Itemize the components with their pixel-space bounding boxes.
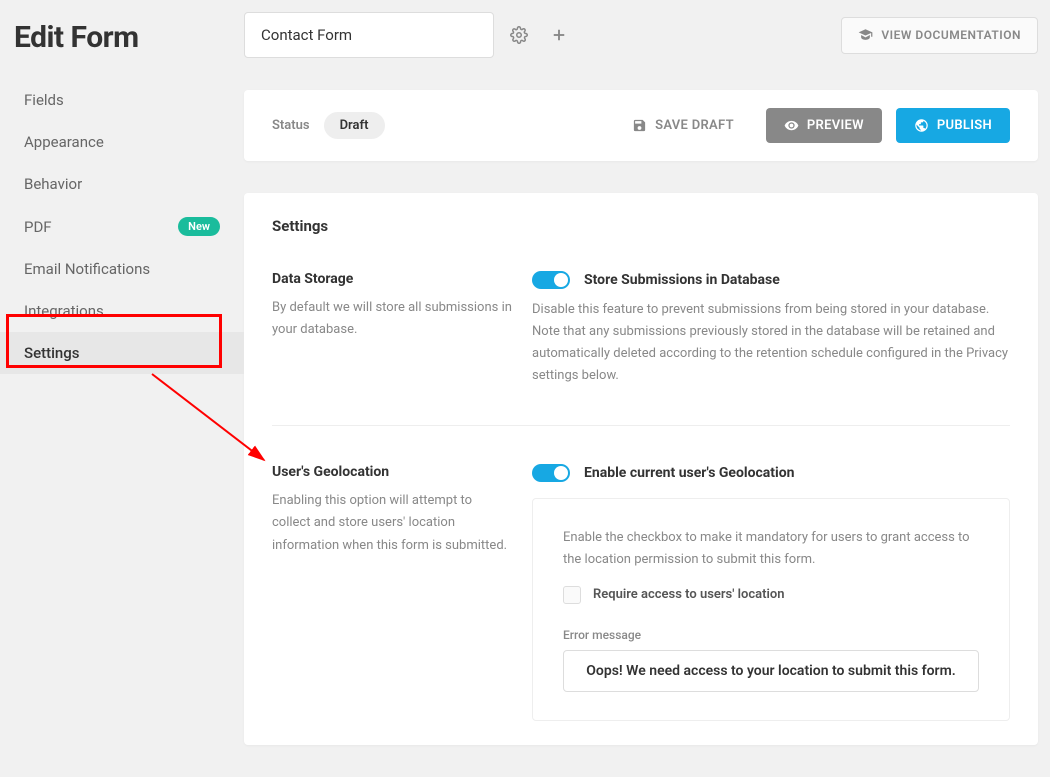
form-name-input[interactable]: [244, 12, 494, 58]
checkbox-label: Require access to users' location: [593, 587, 784, 602]
setting-name: User's Geolocation: [272, 464, 512, 480]
setting-description: By default we will store all submissions…: [272, 297, 512, 341]
toggle-row: Store Submissions in Database: [532, 271, 1010, 289]
sidebar-item-pdf[interactable]: PDF New: [0, 205, 244, 248]
sidebar-item-appearance[interactable]: Appearance: [0, 121, 244, 163]
eye-icon: [784, 118, 799, 133]
sidebar-item-behavior[interactable]: Behavior: [0, 163, 244, 205]
sidebar: Edit Form Fields Appearance Behavior PDF…: [0, 0, 244, 777]
store-submissions-toggle[interactable]: [532, 271, 570, 289]
save-icon: [632, 118, 647, 133]
setting-control-block: Enable current user's Geolocation Enable…: [532, 464, 1010, 720]
nav-list: Fields Appearance Behavior PDF New Email…: [0, 79, 244, 374]
new-badge: New: [178, 217, 220, 236]
checkbox-row: Require access to users' location: [563, 586, 979, 604]
require-location-checkbox[interactable]: [563, 586, 581, 604]
sidebar-item-label: PDF: [24, 218, 52, 236]
sidebar-item-fields[interactable]: Fields: [0, 79, 244, 121]
button-label: PREVIEW: [807, 118, 864, 133]
settings-title: Settings: [272, 217, 1010, 235]
sidebar-item-integrations[interactable]: Integrations: [0, 290, 244, 332]
plus-icon: [550, 26, 568, 44]
setting-description: Enabling this option will attempt to col…: [272, 490, 512, 556]
topbar: VIEW DOCUMENTATION: [244, 12, 1038, 58]
setting-row-data-storage: Data Storage By default we will store al…: [272, 271, 1010, 426]
geolocation-sub-panel: Enable the checkbox to make it mandatory…: [532, 498, 1010, 720]
error-message-field-label: Error message: [563, 628, 979, 642]
sidebar-item-label: Fields: [24, 91, 64, 109]
main-content: VIEW DOCUMENTATION Status Draft SAVE DRA…: [244, 0, 1050, 777]
status-label: Status: [272, 118, 310, 133]
status-bar: Status Draft SAVE DRAFT PREVIEW: [244, 90, 1038, 161]
setting-control-block: Store Submissions in Database Disable th…: [532, 271, 1010, 387]
button-label: VIEW DOCUMENTATION: [881, 28, 1021, 42]
sidebar-item-settings[interactable]: Settings: [0, 332, 244, 374]
toggle-description: Disable this feature to prevent submissi…: [532, 299, 1010, 387]
globe-icon: [914, 118, 929, 133]
setting-label-block: User's Geolocation Enabling this option …: [272, 464, 512, 720]
sub-hint: Enable the checkbox to make it mandatory…: [563, 527, 979, 571]
toggle-row: Enable current user's Geolocation: [532, 464, 1010, 482]
geolocation-toggle[interactable]: [532, 464, 570, 482]
toggle-label: Enable current user's Geolocation: [584, 465, 794, 481]
publish-button[interactable]: PUBLISH: [896, 108, 1010, 143]
sidebar-item-label: Behavior: [24, 175, 82, 193]
error-message-input[interactable]: [563, 650, 979, 692]
save-draft-button[interactable]: SAVE DRAFT: [614, 108, 752, 143]
setting-row-geolocation: User's Geolocation Enabling this option …: [272, 464, 1010, 720]
sidebar-item-label: Settings: [24, 344, 80, 362]
settings-card: Settings Data Storage By default we will…: [244, 193, 1038, 745]
page-title: Edit Form: [0, 12, 244, 79]
status-chip: Draft: [324, 112, 385, 139]
status-card: Status Draft SAVE DRAFT PREVIEW: [244, 90, 1038, 161]
setting-label-block: Data Storage By default we will store al…: [272, 271, 512, 387]
toggle-label: Store Submissions in Database: [584, 272, 780, 288]
setting-name: Data Storage: [272, 271, 512, 287]
add-button[interactable]: [544, 20, 574, 50]
sidebar-item-label: Appearance: [24, 133, 104, 151]
sidebar-item-label: Email Notifications: [24, 260, 150, 278]
button-label: SAVE DRAFT: [655, 118, 734, 133]
form-settings-button[interactable]: [504, 20, 534, 50]
view-documentation-button[interactable]: VIEW DOCUMENTATION: [841, 17, 1038, 54]
sidebar-item-email-notifications[interactable]: Email Notifications: [0, 248, 244, 290]
button-label: PUBLISH: [937, 118, 992, 133]
sidebar-item-label: Integrations: [24, 302, 104, 320]
preview-button[interactable]: PREVIEW: [766, 108, 882, 143]
gear-icon: [510, 26, 528, 44]
graduation-cap-icon: [858, 28, 873, 43]
